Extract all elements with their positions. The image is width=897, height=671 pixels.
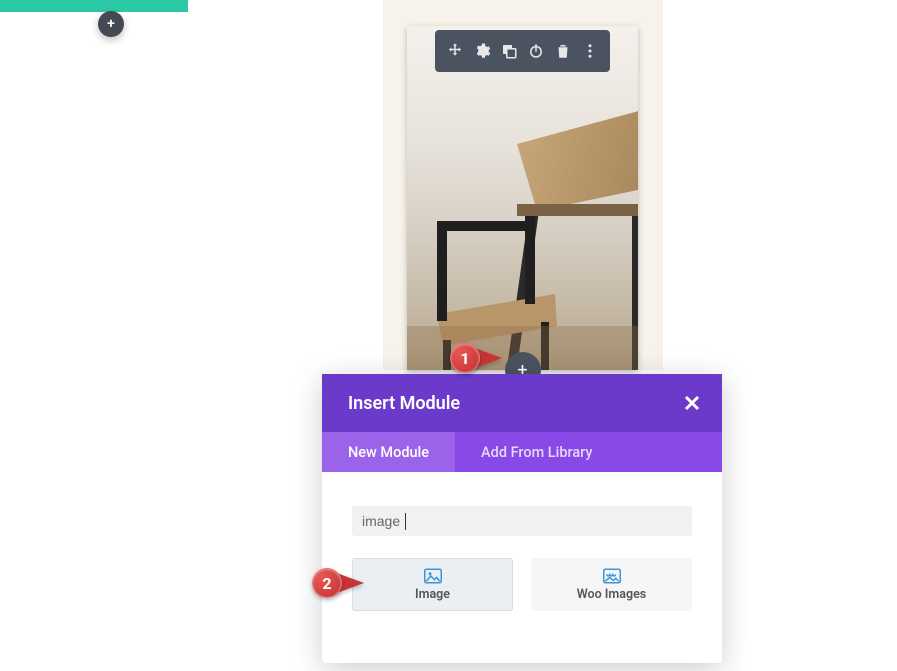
module-image-placeholder	[407, 26, 638, 370]
text-cursor	[405, 513, 406, 530]
modal-header: Insert Module	[322, 374, 722, 432]
annotation-badge: 2	[312, 568, 342, 598]
module-results: Image Woo Images	[352, 558, 692, 611]
module-card-label: Image	[415, 587, 450, 602]
tab-new-module[interactable]: New Module	[322, 432, 455, 472]
modal-tabs: New Module Add From Library	[322, 432, 722, 472]
power-icon[interactable]	[524, 39, 548, 63]
gear-icon[interactable]	[470, 39, 494, 63]
insert-module-modal: Insert Module New Module Add From Librar…	[322, 374, 722, 663]
search-wrap	[352, 506, 692, 536]
image-icon	[424, 568, 442, 584]
trash-icon[interactable]	[551, 39, 575, 63]
module-toolbar	[435, 30, 610, 72]
more-icon[interactable]	[578, 39, 602, 63]
module-search-input[interactable]	[352, 506, 692, 536]
duplicate-icon[interactable]	[497, 39, 521, 63]
modal-body: Image Woo Images	[322, 472, 722, 663]
modal-title: Insert Module	[348, 393, 460, 414]
add-section-button[interactable]: +	[98, 11, 124, 37]
annotation-2: 2	[312, 568, 364, 598]
module-card-label: Woo Images	[577, 587, 646, 602]
annotation-1: 1	[450, 343, 502, 373]
section-toolbar-fragment	[0, 0, 188, 12]
tab-add-from-library[interactable]: Add From Library	[455, 432, 618, 472]
close-icon[interactable]	[684, 395, 700, 411]
annotation-badge: 1	[450, 343, 480, 373]
image-icon	[603, 568, 621, 584]
move-icon[interactable]	[443, 39, 467, 63]
module-card-woo-images[interactable]: Woo Images	[531, 558, 692, 611]
module-card-image[interactable]: Image	[352, 558, 513, 611]
image-module[interactable]: +	[407, 26, 638, 370]
layout-column: +	[383, 0, 663, 370]
